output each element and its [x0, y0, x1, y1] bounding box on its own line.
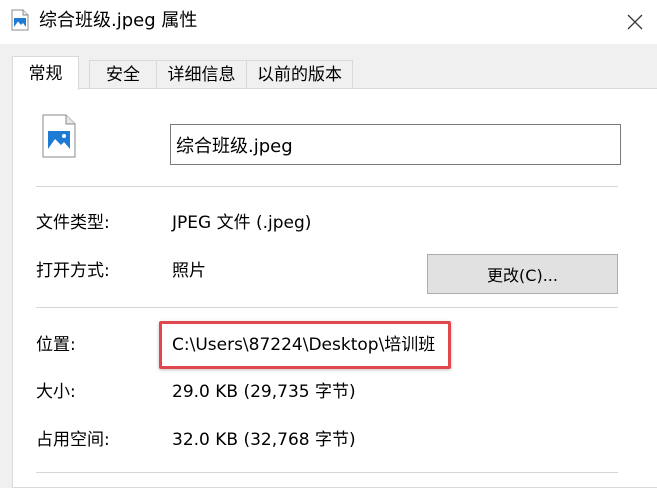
- tab-previous-versions[interactable]: 以前的版本: [246, 60, 353, 88]
- location-highlight-box: [159, 321, 451, 369]
- title-bar: 综合班级.jpeg 属性: [0, 0, 657, 44]
- file-type-label: 文件类型:: [36, 213, 110, 233]
- opens-with-value: 照片: [172, 261, 206, 281]
- file-name-input[interactable]: [170, 124, 621, 165]
- size-value: 29.0 KB (29,735 字节): [172, 382, 356, 402]
- image-file-icon: [42, 114, 76, 158]
- opens-with-label: 打开方式:: [36, 261, 110, 281]
- size-on-disk-label: 占用空间:: [36, 430, 110, 450]
- separator: [36, 186, 618, 187]
- change-button[interactable]: 更改(C)...: [427, 254, 618, 294]
- tab-details[interactable]: 详细信息: [156, 60, 247, 88]
- close-button[interactable]: [612, 0, 657, 44]
- separator: [36, 307, 618, 308]
- close-icon: [627, 14, 642, 30]
- size-label: 大小:: [36, 382, 76, 402]
- file-type-value: JPEG 文件 (.jpeg): [172, 213, 312, 233]
- separator: [36, 472, 618, 473]
- location-label: 位置:: [36, 335, 76, 355]
- size-on-disk-value: 32.0 KB (32,768 字节): [172, 430, 356, 450]
- tab-general[interactable]: 常规: [12, 56, 79, 90]
- tab-security[interactable]: 安全: [89, 60, 157, 88]
- window-title: 综合班级.jpeg 属性: [39, 10, 198, 31]
- image-file-icon: [11, 9, 29, 31]
